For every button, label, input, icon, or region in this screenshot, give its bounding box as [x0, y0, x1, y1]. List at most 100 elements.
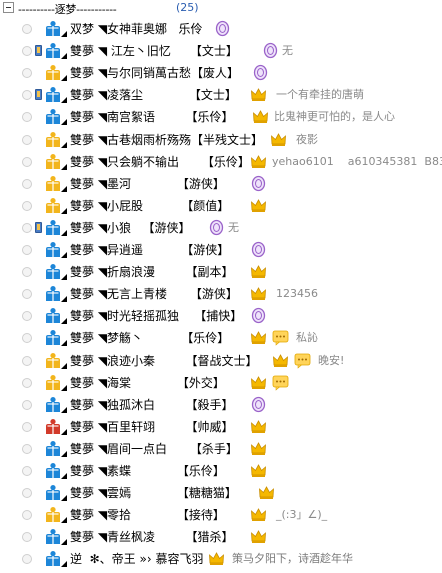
- collapse-toggle-icon[interactable]: [3, 2, 14, 13]
- contact-name[interactable]: 雙夢 ◥墨河 【游侠】: [70, 176, 225, 192]
- avatar-icon[interactable]: [44, 131, 62, 149]
- contact-row[interactable]: 雙夢 ◥独孤沐白 【殺手】: [0, 394, 442, 416]
- status-dot-icon: [22, 134, 32, 145]
- contact-name[interactable]: 雙夢 ◥小狼 【游侠】: [70, 220, 191, 236]
- status-dot-icon: [22, 510, 32, 521]
- avatar-icon[interactable]: [44, 241, 62, 259]
- contact-name[interactable]: 雙夢 ◥海棠 【外交】: [70, 375, 225, 391]
- corner-mark-icon: [61, 75, 67, 82]
- contact-name[interactable]: 雙夢 ◥折扇浪漫 【副本】: [70, 264, 234, 280]
- contact-row[interactable]: 雙夢 ◥眉间一点白 【杀手】: [0, 438, 442, 460]
- avatar-icon[interactable]: [44, 528, 62, 546]
- contact-row[interactable]: 雙夢 ◥与尔同销萬古愁【废人】: [0, 62, 442, 84]
- avatar-icon[interactable]: [44, 307, 62, 325]
- contact-name[interactable]: 雙夢 ◥眉间一点白 【杀手】: [70, 441, 238, 457]
- signature-text: 策马夕阳下，诗酒趁年华: [232, 552, 353, 566]
- corner-mark-icon: [61, 163, 67, 170]
- contact-name[interactable]: 雙夢 ◥浪迹小秦 【督战文士】: [70, 353, 258, 369]
- avatar-icon[interactable]: [44, 20, 62, 38]
- crown-icon: [250, 506, 267, 523]
- contact-name[interactable]: 双梦 ◥女神菲奥娜 乐伶: [70, 21, 203, 37]
- avatar-icon[interactable]: [44, 440, 62, 458]
- contact-name[interactable]: 雙夢 ◥异逍遥 【游侠】: [70, 242, 229, 258]
- purple-coin-icon: [250, 396, 267, 413]
- contact-name[interactable]: 雙夢 ◥古巷烟雨析殇殇【半残文士】: [70, 132, 263, 148]
- status-dot-icon: [22, 488, 32, 499]
- avatar-icon[interactable]: [44, 153, 62, 171]
- corner-mark-icon: [61, 517, 67, 524]
- contact-name[interactable]: 雙夢 ◥ 江左丶旧忆 【文士】: [70, 43, 238, 59]
- contact-row[interactable]: 雙夢 ◥无言上青楼 【游侠】 123456: [0, 283, 442, 305]
- contact-row[interactable]: 雙夢 ◥青丝枫凌 【猎杀】: [0, 526, 442, 548]
- contact-name[interactable]: 雙夢 ◥百里轩翊 【帅威】: [70, 419, 234, 435]
- contact-name[interactable]: 雙夢 ◥素蝶 【乐伶】: [70, 463, 225, 479]
- corner-mark-icon: [61, 473, 67, 479]
- avatar-icon[interactable]: [44, 550, 62, 568]
- contact-name[interactable]: 雙夢 ◥青丝枫凌 【猎杀】: [70, 529, 234, 545]
- contact-row[interactable]: 雙夢 ◥小屁股 【颜值】: [0, 195, 442, 217]
- contact-row[interactable]: 雙夢 ◥百里轩翊 【帅威】: [0, 416, 442, 438]
- avatar-icon[interactable]: [44, 263, 62, 281]
- contact-row[interactable]: 雙夢 ◥ 江左丶旧忆 【文士】 无: [0, 40, 442, 62]
- contact-row[interactable]: 雙夢 ◥墨河 【游侠】: [0, 173, 442, 195]
- contact-name[interactable]: 雙夢 ◥与尔同销萬古愁【废人】: [70, 65, 239, 81]
- corner-mark-icon: [61, 274, 67, 281]
- status-dot-icon: [22, 443, 32, 454]
- contact-name[interactable]: 逆 ✻、帝王 »› 慕容飞羽: [70, 551, 203, 567]
- contact-row[interactable]: 雙夢 ◥凌落尘 【文士】 一个有牵挂的唐萌: [0, 84, 442, 106]
- contact-row[interactable]: 雙夢 ◥素蝶 【乐伶】: [0, 460, 442, 482]
- contact-row[interactable]: 雙夢 ◥时光轻摇孤独 【捕快】: [0, 305, 442, 327]
- avatar-icon[interactable]: [44, 219, 62, 237]
- avatar-icon[interactable]: [44, 285, 62, 303]
- contact-name[interactable]: 雙夢 ◥只会躺不输出 【乐伶】: [70, 154, 250, 170]
- avatar-icon[interactable]: [44, 396, 62, 414]
- corner-mark-icon: [61, 252, 67, 258]
- contact-name[interactable]: 雙夢 ◥独孤沐白 【殺手】: [70, 397, 234, 413]
- group-header[interactable]: ----------逐梦----------- (25): [0, 0, 442, 17]
- avatar-icon[interactable]: [44, 484, 62, 502]
- contact-row[interactable]: 雙夢 ◥海棠 【外交】: [0, 372, 442, 394]
- contact-row[interactable]: 雙夢 ◥只会躺不输出 【乐伶】 yehao6101 a610345381 B83…: [0, 151, 442, 173]
- avatar-icon[interactable]: [44, 506, 62, 524]
- avatar-icon[interactable]: [44, 352, 62, 370]
- contact-name[interactable]: 雙夢 ◥时光轻摇孤独 【捕快】: [70, 308, 242, 324]
- contact-name[interactable]: 雙夢 ◥凌落尘 【文士】: [70, 87, 237, 103]
- contact-row[interactable]: 双梦 ◥女神菲奥娜 乐伶: [0, 18, 442, 40]
- crown-icon: [250, 86, 267, 103]
- contact-row[interactable]: 雙夢 ◥古巷烟雨析殇殇【半残文士】 夜影: [0, 129, 442, 151]
- crown-icon: [258, 484, 275, 501]
- contact-row[interactable]: 雙夢 ◥南宫絮语 【乐伶】 比鬼神更可怕的，是人心: [0, 106, 442, 128]
- contact-row[interactable]: 雙夢 ◥小狼 【游侠】 无: [0, 217, 442, 239]
- avatar-icon[interactable]: [44, 418, 62, 436]
- status-dot-icon: [22, 24, 32, 34]
- contact-name[interactable]: 雙夢 ◥零拾 【接待】: [70, 507, 225, 523]
- contact-row[interactable]: 雙夢 ◥零拾 【接待】 _(:3」∠)_: [0, 504, 442, 526]
- avatar-icon[interactable]: [44, 64, 62, 82]
- avatar-icon[interactable]: [44, 329, 62, 347]
- contact-name[interactable]: 雙夢 ◥梦觞丶 【乐伶】: [70, 330, 229, 346]
- contact-name[interactable]: 雙夢 ◥小屁股 【颜值】: [70, 198, 229, 214]
- chat-bubble-icon: [294, 352, 311, 369]
- avatar-icon[interactable]: [44, 108, 62, 126]
- contact-row[interactable]: 雙夢 ◥浪迹小秦 【督战文士】 晚安!: [0, 350, 442, 372]
- contact-name[interactable]: 雙夢 ◥雲嫣 【糖糖猫】: [70, 485, 237, 501]
- avatar-icon[interactable]: [44, 462, 62, 480]
- avatar-icon[interactable]: [44, 197, 62, 215]
- contact-row[interactable]: 雙夢 ◥异逍遥 【游侠】: [0, 239, 442, 261]
- contact-row[interactable]: 雙夢 ◥梦觞丶 【乐伶】 私訫: [0, 327, 442, 349]
- contact-row[interactable]: 雙夢 ◥折扇浪漫 【副本】: [0, 261, 442, 283]
- avatar-icon[interactable]: [44, 86, 62, 104]
- signature-text: 123456: [276, 287, 318, 301]
- crown-icon: [272, 352, 289, 369]
- avatar-icon[interactable]: [44, 175, 62, 193]
- purple-coin-icon: [250, 175, 267, 192]
- avatar-icon[interactable]: [44, 374, 62, 392]
- status-dot-icon: [22, 311, 32, 322]
- contact-row[interactable]: 逆 ✻、帝王 »› 慕容飞羽 策马夕阳下，诗酒趁年华: [0, 548, 442, 570]
- contact-name[interactable]: 雙夢 ◥无言上青楼 【游侠】: [70, 286, 238, 302]
- signature-text: 比鬼神更可怕的，是人心: [274, 110, 395, 124]
- avatar-icon[interactable]: [44, 42, 62, 60]
- contact-row[interactable]: 雙夢 ◥雲嫣 【糖糖猫】: [0, 482, 442, 504]
- contact-name[interactable]: 雙夢 ◥南宫絮语 【乐伶】: [70, 109, 234, 125]
- signature-text: 无: [228, 220, 239, 234]
